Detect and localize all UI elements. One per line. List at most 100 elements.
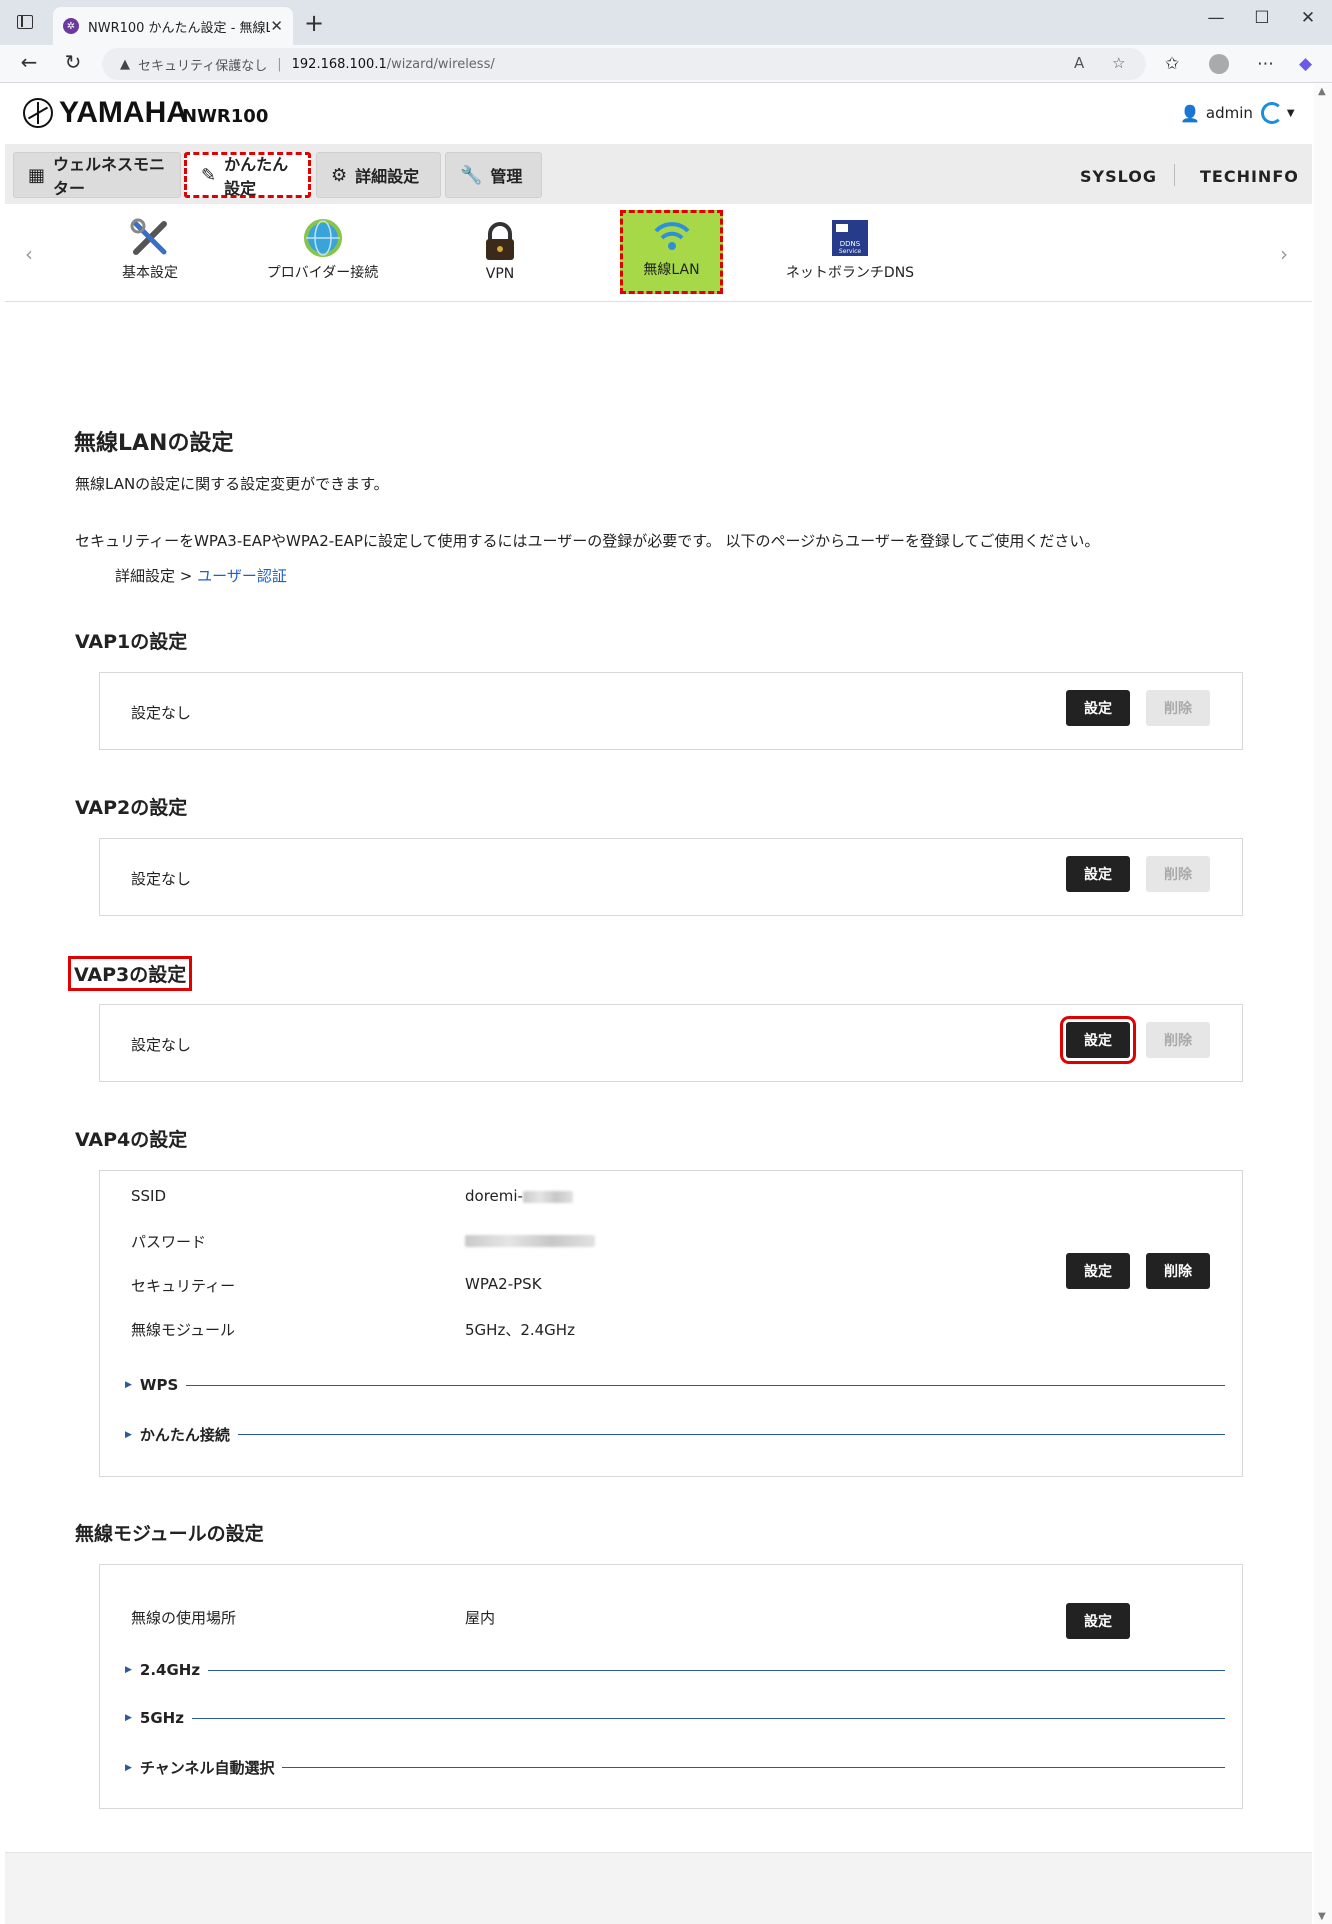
magic-wand-icon: ✎: [201, 164, 217, 186]
vertical-scrollbar[interactable]: ▲ ▼: [1314, 84, 1332, 1924]
yamaha-tuning-fork-icon: [23, 98, 53, 128]
user-name: admin: [1205, 104, 1253, 122]
user-menu[interactable]: 👤 admin ▼: [1180, 102, 1295, 124]
close-window-button[interactable]: ✕: [1286, 8, 1330, 28]
vap3-heading: VAP3の設定: [68, 956, 193, 991]
location-value: 屋内: [465, 1609, 496, 1627]
nav-advanced-settings[interactable]: ⚙ 詳細設定: [316, 152, 441, 198]
vap2-delete-button[interactable]: 削除: [1146, 856, 1210, 892]
vap4-set-button[interactable]: 設定: [1066, 1253, 1130, 1289]
nav-label: 管理: [490, 167, 523, 186]
vap1-card: 設定なし 設定 削除: [99, 672, 1243, 750]
password-blurred: [465, 1234, 595, 1247]
favorites-icon[interactable]: ✩: [1165, 54, 1179, 74]
vap3-delete-button[interactable]: 削除: [1146, 1022, 1210, 1058]
tab-close-icon[interactable]: ✕: [270, 17, 283, 35]
ssid-label: SSID: [131, 1187, 167, 1205]
auto-channel-accordion[interactable]: ▶ チャンネル自動選択: [125, 1757, 1225, 1778]
caret-right-icon: ▶: [125, 1429, 132, 1440]
gear-icon: ⚙: [331, 164, 348, 186]
subnav-label: 基本設定: [122, 265, 178, 281]
nav-wellness-monitor[interactable]: ▦ ウェルネスモニター: [13, 152, 181, 198]
scroll-down-icon[interactable]: ▼: [1318, 1911, 1326, 1922]
techinfo-link[interactable]: TECHINFO: [1200, 167, 1299, 186]
location-label: 無線の使用場所: [131, 1609, 237, 1627]
reload-icon[interactable]: ↻: [58, 50, 88, 74]
chevron-right-icon[interactable]: ›: [1280, 242, 1288, 266]
status-ring-icon: [1260, 102, 1283, 124]
minimize-button[interactable]: —: [1194, 8, 1238, 28]
vap3-set-button[interactable]: 設定: [1060, 1016, 1136, 1064]
warning-icon: ▲: [120, 56, 130, 72]
read-aloud-icon[interactable]: A: [1074, 54, 1084, 72]
page-description: 無線LANの設定に関する設定変更ができます。: [75, 475, 389, 493]
vap1-set-button[interactable]: 設定: [1066, 690, 1130, 726]
chevron-left-icon[interactable]: ‹: [25, 242, 33, 266]
nav-management[interactable]: 🔧 管理: [445, 152, 542, 198]
subnav-provider[interactable]: プロバイダー接続: [255, 210, 390, 294]
scroll-up-icon[interactable]: ▲: [1318, 86, 1326, 97]
module-label: 無線モジュール: [131, 1321, 235, 1339]
ddns-icon: DDNS Service: [830, 218, 870, 258]
module-set-button[interactable]: 設定: [1066, 1603, 1130, 1639]
module-heading: 無線モジュールの設定: [75, 1523, 264, 1545]
back-arrow-icon[interactable]: ←: [14, 50, 44, 74]
password-label: パスワード: [131, 1233, 207, 1251]
band-5ghz-accordion[interactable]: ▶ 5GHz: [125, 1709, 1225, 1727]
subnav-basic-settings[interactable]: 基本設定: [100, 210, 200, 294]
vap2-set-button[interactable]: 設定: [1066, 856, 1130, 892]
more-menu-icon[interactable]: ⋯: [1257, 54, 1274, 74]
vap4-heading: VAP4の設定: [75, 1129, 188, 1151]
vap2-status: 設定なし: [131, 870, 192, 888]
sidebar-toggle-icon[interactable]: [17, 15, 33, 29]
url-separator: |: [277, 56, 282, 72]
address-bar[interactable]: ▲ セキュリティ保護なし | 192.168.100.1 /wizard/wir…: [102, 48, 1146, 80]
model-name: NWR100: [182, 106, 269, 127]
caret-right-icon: ▶: [125, 1665, 132, 1675]
browser-tab[interactable]: ✲ NWR100 かんたん設定 - 無線LAN ✕: [53, 7, 293, 45]
page-footer: [5, 1852, 1312, 1924]
accordion-label: 5GHz: [139, 1709, 184, 1727]
nav-easy-setup[interactable]: ✎ かんたん設定: [184, 152, 311, 198]
favorite-star-icon[interactable]: ☆: [1112, 54, 1125, 72]
ssid-value: doremi-: [465, 1187, 573, 1205]
breadcrumb-prefix: 詳細設定 >: [115, 567, 193, 585]
browser-tabbar: ✲ NWR100 かんたん設定 - 無線LAN ✕ + — ☐ ✕: [0, 0, 1332, 45]
caret-right-icon: ▶: [125, 1713, 132, 1723]
vap3-status: 設定なし: [131, 1036, 192, 1054]
vap1-delete-button[interactable]: 削除: [1146, 690, 1210, 726]
subnav-vpn[interactable]: VPN: [460, 210, 540, 294]
yamaha-logo[interactable]: YAMAHA: [23, 96, 188, 130]
accordion-divider: [191, 1717, 1225, 1719]
copilot-icon[interactable]: ◆: [1299, 54, 1312, 74]
subnav-netvolante-dns[interactable]: DDNS Service ネットボランチDNS: [775, 210, 925, 294]
url-host: 192.168.100.1: [291, 56, 387, 72]
main-nav: ▦ ウェルネスモニター ✎ かんたん設定 ⚙ 詳細設定 🔧 管理 SYSLOG …: [5, 144, 1312, 204]
wifi-icon: [652, 215, 692, 255]
new-tab-button[interactable]: +: [304, 9, 324, 37]
yamaha-favicon-icon: ✲: [63, 18, 79, 34]
syslog-link[interactable]: SYSLOG: [1080, 167, 1157, 186]
security-label: セキュリティー: [131, 1277, 236, 1295]
security-status: セキュリティ保護なし: [138, 58, 268, 74]
svg-text:Service: Service: [839, 248, 861, 255]
tools-icon: [130, 218, 170, 258]
nav-divider: [1174, 164, 1175, 186]
ssid-text: doremi-: [465, 1187, 523, 1205]
subnav-label: VPN: [485, 266, 515, 282]
vap4-delete-button[interactable]: 削除: [1146, 1253, 1210, 1289]
band-24ghz-accordion[interactable]: ▶ 2.4GHz: [125, 1661, 1225, 1679]
user-registration-notice: セキュリティーをWPA3-EAPやWPA2-EAPに設定して使用するにはユーザー…: [75, 532, 1100, 550]
profile-avatar[interactable]: [1209, 54, 1229, 74]
subnav-wireless-lan[interactable]: 無線LAN: [620, 210, 723, 294]
maximize-button[interactable]: ☐: [1240, 8, 1284, 28]
brand-name: YAMAHA: [59, 96, 188, 129]
vap4-card: SSID doremi- パスワード セキュリティー WPA2-PSK 無線モジ…: [99, 1170, 1243, 1477]
wps-accordion[interactable]: ▶ WPS: [125, 1376, 1225, 1394]
easy-connect-accordion[interactable]: ▶ かんたん接続: [125, 1424, 1225, 1445]
page-title: 無線LANの設定: [74, 431, 234, 456]
nav-label: 詳細設定: [355, 167, 420, 186]
user-auth-link[interactable]: ユーザー認証: [197, 567, 287, 585]
accordion-label: かんたん接続: [139, 1426, 230, 1444]
nav-label: ウェルネスモニター: [53, 155, 166, 198]
